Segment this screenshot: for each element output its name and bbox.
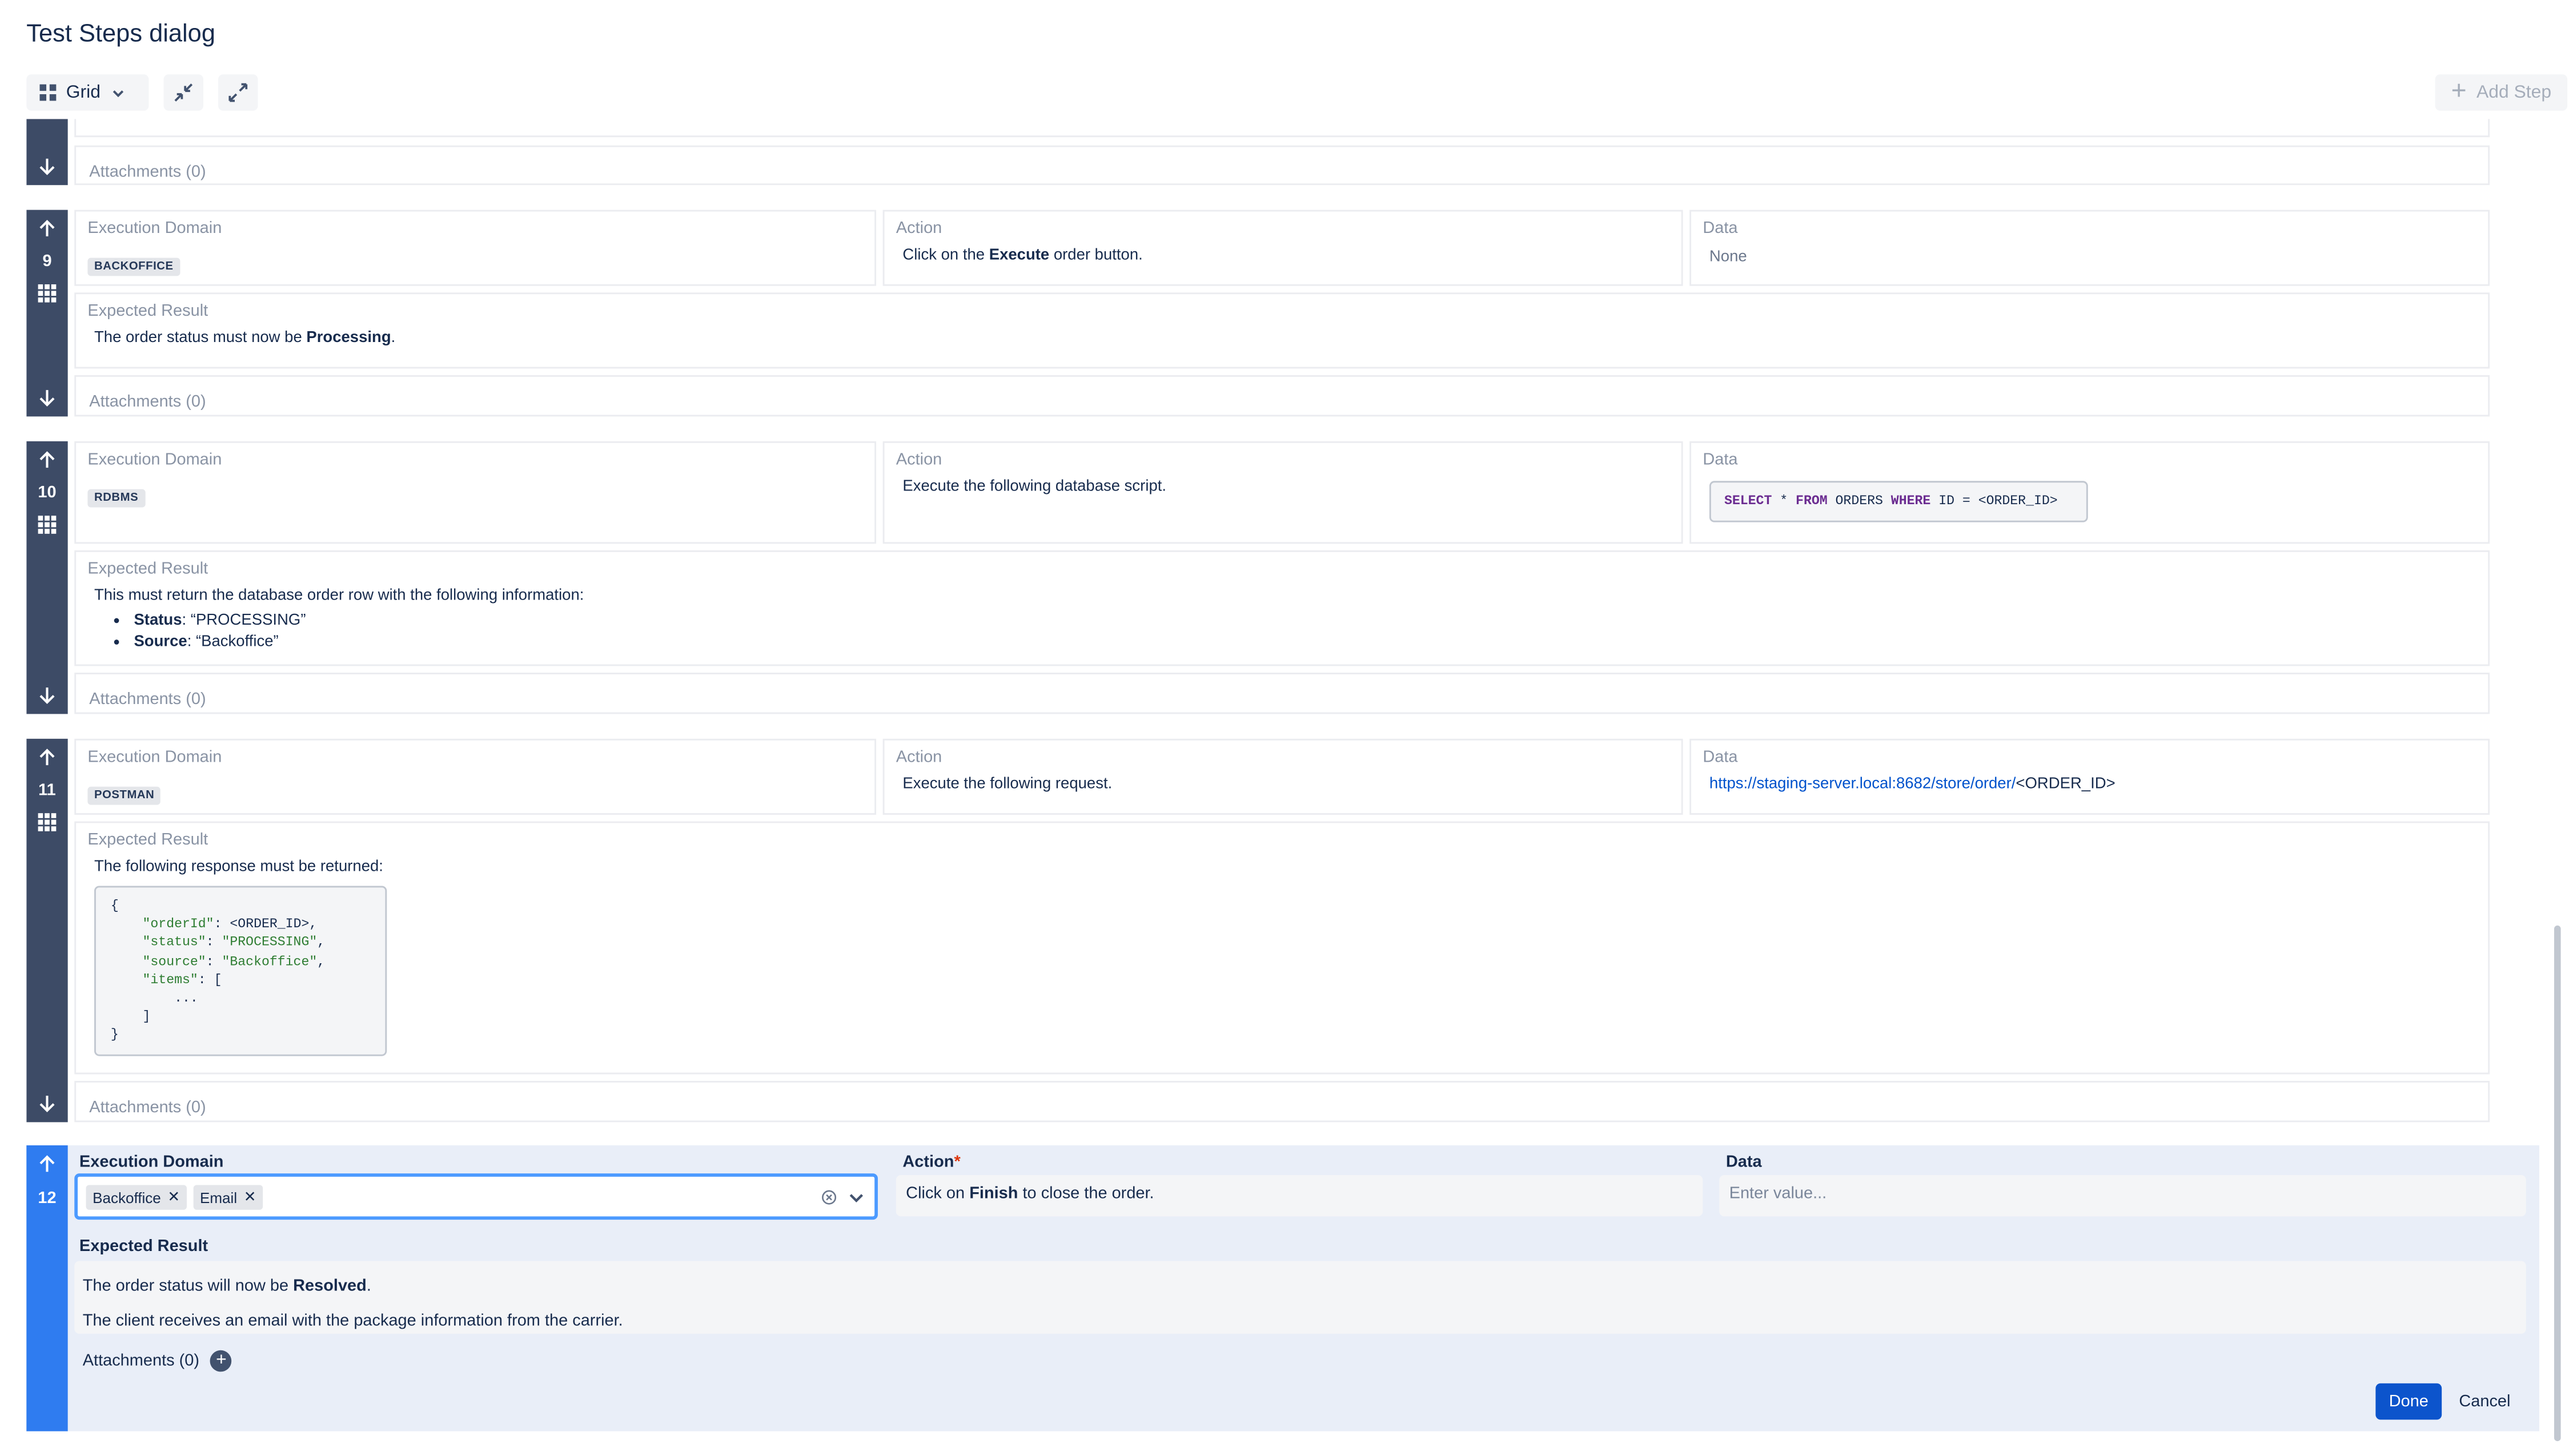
view-mode-dropdown[interactable]: Grid [26, 74, 149, 111]
step-number: 9 [42, 252, 52, 271]
expected-result-input[interactable]: The order status will now be Resolved. T… [74, 1261, 2526, 1334]
action-label: Action* [902, 1153, 961, 1172]
attachments-row: Attachments (0) + [83, 1350, 232, 1372]
expected-result-cell[interactable]: Expected Result The order status must no… [74, 292, 2490, 369]
data-value: https://staging-server.local:8682/store/… [1709, 775, 2116, 794]
action-text: Execute the following database script. [902, 477, 1167, 496]
json-code-block: { "orderId": <ORDER_ID>, "status": "PROC… [94, 886, 387, 1056]
done-button[interactable]: Done [2375, 1383, 2442, 1420]
action-cell[interactable]: Action Execute the following database sc… [882, 441, 1683, 544]
expected-result-text: The following response must be returned: [94, 858, 383, 876]
data-label: Data [1725, 1153, 1762, 1172]
expected-result-cell[interactable]: Expected Result The following response m… [74, 821, 2490, 1075]
expected-result-text: This must return the database order row … [94, 586, 584, 605]
list-item: Source: “Backoffice” [134, 633, 2476, 651]
action-text: Execute the following request. [902, 775, 1113, 794]
domain-tag: BACKOFFICE [87, 258, 180, 276]
action-cell[interactable]: Action Click on the Execute order button… [882, 210, 1683, 286]
list-item: Status: “PROCESSING” [134, 612, 2476, 630]
view-mode-label: Grid [66, 82, 101, 103]
expected-result-label: Expected Result [79, 1237, 208, 1256]
move-down-icon[interactable] [38, 388, 57, 408]
domain-tag: POSTMAN [87, 786, 161, 805]
expand-all-button[interactable] [218, 74, 258, 111]
sql-code-block: SELECT * FROM ORDERS WHERE ID = <ORDER_I… [1709, 481, 2088, 522]
execution-domain-select[interactable]: Backoffice ✕ Email ✕ [74, 1173, 878, 1220]
step-rail-active: 12 [26, 1145, 68, 1431]
add-attachment-icon[interactable]: + [210, 1350, 232, 1372]
dialog-title: Test Steps dialog [26, 19, 216, 48]
expected-result-text: The order status must now be Processing. [94, 329, 396, 347]
step-number: 10 [38, 484, 57, 502]
scrollbar-thumb[interactable] [2554, 925, 2561, 1442]
collapse-all-button[interactable] [163, 74, 204, 111]
data-cell[interactable]: Data None [1689, 210, 2490, 286]
execution-domain-cell[interactable]: Execution Domain BACKOFFICE [74, 210, 877, 286]
move-down-icon[interactable] [38, 686, 57, 706]
attachments-row[interactable]: Attachments (0) [74, 375, 2490, 417]
move-down-icon[interactable] [38, 1094, 57, 1114]
drag-handle-icon[interactable] [38, 516, 57, 534]
move-up-icon[interactable] [38, 1153, 57, 1173]
remove-chip-icon[interactable]: ✕ [167, 1188, 180, 1206]
execution-domain-cell[interactable]: Execution Domain RDBMS [74, 441, 877, 544]
action-input[interactable]: Click on Finish to close the order. [896, 1175, 1703, 1217]
data-cell[interactable]: Data https://staging-server.local:8682/s… [1689, 738, 2490, 815]
data-input[interactable]: Enter value... [1719, 1175, 2526, 1217]
clear-icon[interactable] [822, 1190, 837, 1205]
domain-chip: Email ✕ [193, 1185, 263, 1210]
add-step-label: Add Step [2476, 82, 2552, 103]
attachments-row[interactable]: Attachments (0) [74, 1081, 2490, 1123]
step-number: 11 [38, 782, 56, 800]
attachments-row[interactable]: Attachments (0) [74, 673, 2490, 714]
chevron-down-icon[interactable] [848, 1190, 865, 1206]
step-number: 12 [38, 1190, 57, 1208]
execution-domain-cell[interactable]: Execution Domain POSTMAN [74, 738, 877, 815]
grid-icon [39, 84, 57, 101]
move-up-icon[interactable] [38, 218, 57, 238]
step-rail [26, 119, 68, 186]
data-value: None [1709, 248, 1747, 267]
domain-tag: RDBMS [87, 489, 145, 508]
move-up-icon[interactable] [38, 449, 57, 469]
step-rail: 11 [26, 738, 68, 1123]
cancel-button[interactable]: Cancel [2450, 1383, 2520, 1420]
action-cell[interactable]: Action Execute the following request. [882, 738, 1683, 815]
step-rail: 10 [26, 441, 68, 714]
execution-domain-label: Execution Domain [79, 1153, 224, 1172]
move-down-icon[interactable] [38, 157, 57, 177]
remove-chip-icon[interactable]: ✕ [244, 1188, 256, 1206]
action-text: Click on the Execute order button. [902, 246, 1143, 265]
request-url-link[interactable]: https://staging-server.local:8682/store/… [1709, 775, 2016, 794]
drag-handle-icon[interactable] [38, 284, 57, 303]
collapse-icon [174, 83, 193, 102]
add-step-button[interactable]: + Add Step [2435, 74, 2568, 111]
chevron-down-icon [113, 89, 123, 96]
data-cell[interactable]: Data SELECT * FROM ORDERS WHERE ID = <OR… [1689, 441, 2490, 544]
expand-icon [228, 83, 248, 102]
steps-list: Attachments (0) 9 Execution Domain BACKO… [26, 119, 2539, 1130]
step-rail: 9 [26, 210, 68, 417]
move-up-icon[interactable] [38, 747, 57, 767]
plus-icon: + [2451, 78, 2467, 106]
drag-handle-icon[interactable] [38, 813, 57, 831]
domain-chip: Backoffice ✕ [86, 1185, 187, 1210]
attachments-row[interactable]: Attachments (0) [74, 145, 2490, 186]
expected-result-list: Status: “PROCESSING” Source: “Backoffice… [87, 612, 2476, 651]
expected-result-cell[interactable]: Expected Result This must return the dat… [74, 550, 2490, 666]
